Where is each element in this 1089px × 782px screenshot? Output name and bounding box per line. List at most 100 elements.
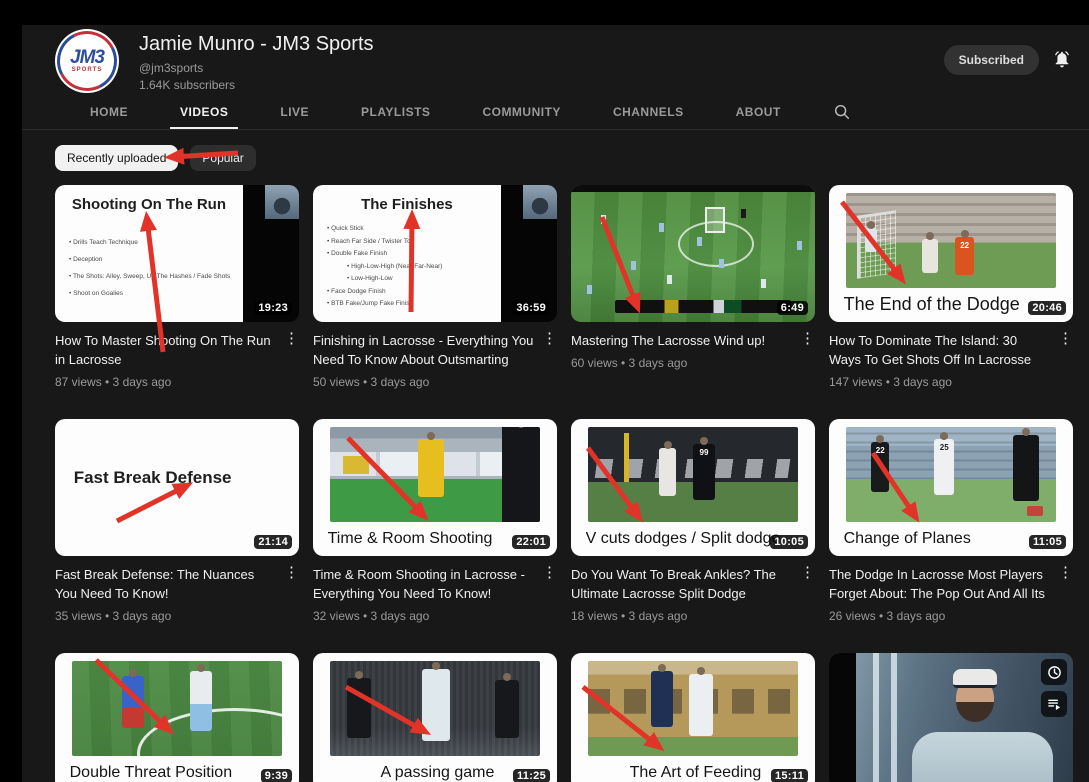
thumbnail-photo: 22 (846, 193, 1056, 288)
player-figure (1013, 434, 1040, 501)
duration-badge: 10:05 (770, 535, 808, 549)
duration-badge: 15:11 (770, 769, 808, 782)
video-thumbnail[interactable]: 22 25 Change of Planes 11:05 (829, 419, 1073, 556)
logo-text: JM3 (70, 47, 105, 68)
player-figure (659, 448, 677, 497)
video-thumbnail[interactable]: Shooting On The Run • Drills Teach Techn… (55, 185, 299, 322)
channel-name: Jamie Munro - JM3 Sports (139, 33, 374, 55)
slide-bullet: • High-Low-High (Near-Far-Near) (347, 262, 443, 270)
channel-avatar[interactable]: JM3 SPORTS (55, 29, 119, 93)
slide-headline: Shooting On The Run (71, 196, 226, 213)
menu-icon[interactable]: ⋮ (284, 331, 299, 369)
video-title[interactable]: Do You Want To Break Ankles? The Ultimat… (571, 565, 792, 603)
video-thumbnail[interactable]: 22 The End of the Dodge 20:46 (829, 185, 1073, 322)
subscribed-button[interactable]: Subscribed (943, 45, 1039, 75)
player-figure (651, 670, 674, 727)
player-figure (189, 670, 212, 731)
player-figure (418, 438, 445, 497)
menu-icon[interactable]: ⋮ (800, 331, 815, 350)
video-title[interactable]: Finishing in Lacrosse - Everything You N… (313, 331, 534, 369)
video-title[interactable]: Mastering The Lacrosse Wind up! (571, 331, 792, 350)
thumbnail-photo (72, 661, 282, 756)
video-thumbnail[interactable] (829, 653, 1073, 782)
notification-bell-icon[interactable] (1051, 49, 1073, 71)
video-thumbnail[interactable]: Fast Break Defense 21:14 (55, 419, 299, 556)
webcam-inset (264, 185, 299, 220)
video-thumbnail[interactable]: The Art of Feeding 15:11 (571, 653, 815, 782)
duration-badge: 22:01 (512, 535, 550, 549)
tab-about[interactable]: ABOUT (710, 95, 807, 129)
tab-home[interactable]: HOME (64, 95, 154, 129)
menu-icon[interactable]: ⋮ (542, 565, 557, 603)
video-title[interactable]: Fast Break Defense: The Nuances You Need… (55, 565, 276, 603)
slide-bullet: • Drills Teach Technique (69, 239, 138, 246)
slide-bullets: • Quick Stick • Reach Far Side / Twister … (327, 225, 501, 307)
tab-channels[interactable]: CHANNELS (587, 95, 710, 129)
video-thumbnail[interactable]: 99 V cuts dodges / Split dodge 10:05 (571, 419, 815, 556)
channel-handle: @jm3sports (139, 61, 204, 75)
ad-patch (342, 455, 369, 474)
search-icon[interactable] (833, 103, 851, 121)
video-meta: 32 views • 3 days ago (313, 609, 430, 623)
video-cell: 22 The End of the Dodge 20:46 How To Dom… (829, 185, 1073, 389)
player-figure: 22 (871, 442, 890, 493)
thumbnail-photo: 22 25 (846, 427, 1056, 522)
backwards-cap (953, 669, 998, 689)
video-title[interactable]: The Dodge In Lacrosse Most Players Forge… (829, 565, 1050, 603)
video-cell: Fast Break Defense 21:14 Fast Break Defe… (55, 419, 299, 623)
slide-bullet: • The Shots: Alley, Sweep, Up The Hashes… (69, 273, 231, 280)
player-figure (494, 680, 519, 739)
webcam-video (829, 653, 1073, 782)
player-figure: 22 (955, 236, 975, 275)
chip-recently-uploaded[interactable]: Recently uploaded (55, 145, 179, 171)
menu-icon[interactable]: ⋮ (800, 565, 815, 603)
tab-live[interactable]: LIVE (254, 95, 335, 129)
video-thumbnail[interactable]: Time & Room Shooting 22:01 (313, 419, 557, 556)
tab-community[interactable]: COMMUNITY (456, 95, 587, 129)
menu-icon[interactable]: ⋮ (1058, 331, 1073, 369)
equipment (1027, 506, 1044, 517)
youtube-channel-page: JM3 SPORTS Jamie Munro - JM3 Sports @jm3… (22, 25, 1089, 782)
video-thumbnail[interactable]: 6:49 (571, 185, 815, 322)
player-figure: 99 (693, 444, 715, 501)
add-to-queue-icon[interactable] (1041, 691, 1067, 717)
jersey-number: 25 (939, 442, 949, 452)
tab-playlists[interactable]: PLAYLISTS (335, 95, 456, 129)
slide-bullet: • Low-High-Low (347, 275, 393, 282)
slide-area: Shooting On The Run • Drills Teach Techn… (55, 185, 243, 322)
channel-meta: Jamie Munro - JM3 Sports @jm3sports 1.64… (139, 29, 944, 92)
video-cell: Time & Room Shooting 22:01 Time & Room S… (313, 419, 557, 623)
duration-badge: 36:59 (512, 301, 550, 315)
channel-tabbar: HOME VIDEOS LIVE PLAYLISTS COMMUNITY CHA… (22, 95, 1089, 130)
webcam-inset (522, 185, 557, 220)
slide-bullet: • Deception (69, 256, 103, 263)
duration-badge: 11:25 (512, 769, 550, 782)
slide-area: The Finishes • Quick Stick • Reach Far Si… (313, 185, 501, 322)
filter-chips: Recently uploaded Popular (55, 145, 1089, 171)
video-title[interactable]: Time & Room Shooting in Lacrosse - Every… (313, 565, 534, 603)
menu-icon[interactable]: ⋮ (542, 331, 557, 369)
watch-later-icon[interactable] (1041, 659, 1067, 685)
thumbnail-photo: 99 (588, 427, 798, 522)
slide-bullet: • Reach Far Side / Twister Toe (327, 237, 415, 245)
thumbnail-photo (588, 661, 798, 756)
player-figure (422, 668, 451, 741)
tab-videos[interactable]: VIDEOS (154, 95, 254, 129)
video-title[interactable]: How To Dominate The Island: 30 Ways To G… (829, 331, 1050, 369)
video-thumbnail[interactable]: The Finishes • Quick Stick • Reach Far Si… (313, 185, 557, 322)
channel-header: JM3 SPORTS Jamie Munro - JM3 Sports @jm3… (22, 25, 1089, 95)
slide-bullets: • Drills Teach Technique • Deception • The… (69, 239, 243, 297)
video-grid: Shooting On The Run • Drills Teach Techn… (55, 185, 1089, 782)
chip-popular[interactable]: Popular (190, 145, 256, 171)
duration-badge: 21:14 (254, 535, 292, 549)
menu-icon[interactable]: ⋮ (1058, 565, 1073, 603)
duration-badge: 9:39 (260, 769, 292, 782)
player-figure (122, 676, 145, 729)
video-thumbnail[interactable]: Double Threat Position 9:39 (55, 653, 299, 782)
video-title[interactable]: How To Master Shooting On The Run in Lac… (55, 331, 276, 369)
slide-headline: The Finishes (361, 196, 453, 213)
window-light (872, 653, 903, 782)
video-thumbnail[interactable]: A passing game 11:25 (313, 653, 557, 782)
menu-icon[interactable]: ⋮ (284, 565, 299, 603)
subscriber-count: 1.64K subscribers (139, 78, 236, 92)
